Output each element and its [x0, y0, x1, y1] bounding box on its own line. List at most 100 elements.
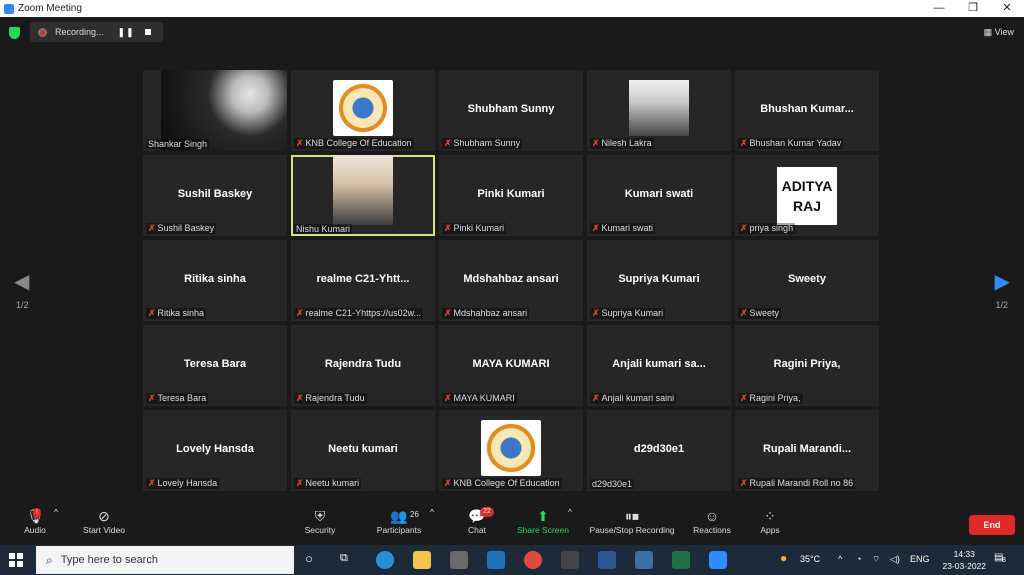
participant-tile[interactable]: Rupali Marandi... ✗ Rupali Marandi Roll no…: [735, 410, 879, 491]
profile-text-card: ADITYA RAJ: [777, 167, 837, 225]
participant-tile[interactable]: Teresa Bara ✗ Teresa Bara: [143, 325, 287, 406]
page-indicator-left: 1/2: [16, 300, 29, 310]
participant-tile[interactable]: Nishu Kumari: [291, 155, 435, 236]
previous-page-arrow-icon[interactable]: ◀: [14, 269, 29, 294]
participant-tile[interactable]: ADITYA RAJ ✗ priya singh: [735, 155, 879, 236]
participant-name: Sushil Baskey: [157, 223, 215, 233]
close-button[interactable]: ✕: [990, 0, 1024, 17]
participant-name-label: ✗ KNB College Of Education: [294, 138, 414, 149]
show-hidden-icons-icon[interactable]: ^: [838, 554, 842, 564]
taskbar-clock[interactable]: 14:33 23-03-2022: [943, 548, 986, 572]
participant-name-label: ✗ priya singh: [738, 223, 796, 234]
participant-name: Nishu Kumari: [296, 224, 351, 234]
apps-button[interactable]: ⁘ Apps: [756, 507, 784, 535]
title-bar: Zoom Meeting — ❐ ✕: [0, 0, 1024, 17]
window-controls: — ❐ ✕: [922, 0, 1024, 17]
apps-label: Apps: [760, 525, 780, 535]
profile-card-text: ADITYA: [781, 178, 833, 194]
pause-stop-icon: ⏸⏹: [625, 508, 639, 524]
participant-tile[interactable]: Sushil Baskey ✗ Sushil Baskey: [143, 155, 287, 236]
participant-tile[interactable]: Pinki Kumari ✗ Pinki Kumari: [439, 155, 583, 236]
pause-stop-recording-button[interactable]: ⏸⏹ Pause/Stop Recording: [584, 507, 680, 535]
participant-name: Neetu kumari: [305, 478, 360, 488]
weather-temperature[interactable]: 35°C: [800, 554, 820, 564]
zoom-taskbar-icon[interactable]: [709, 551, 727, 569]
word-icon[interactable]: [598, 551, 616, 569]
video-off-icon: ⊘: [98, 508, 110, 524]
security-button[interactable]: ⛨ Security: [300, 507, 340, 535]
share-screen-button[interactable]: ⬆ Share Screen: [514, 507, 572, 535]
participant-tile[interactable]: ✗ KNB College Of Education: [439, 410, 583, 491]
participant-name: Shankar Singh: [148, 139, 208, 149]
participant-tile[interactable]: MAYA KUMARI ✗ MAYA KUMARI: [439, 325, 583, 406]
participant-display-name: Rajendra Tudu: [324, 358, 402, 370]
participant-tile[interactable]: Shubham Sunny ✗ Shubham Sunny: [439, 70, 583, 151]
windows-start-icon[interactable]: [9, 553, 23, 567]
mail-icon[interactable]: [487, 551, 505, 569]
excel-icon[interactable]: [672, 551, 690, 569]
participant-tile[interactable]: realme C21-Yhtt... ✗ realme C21-Yhttps://u…: [291, 240, 435, 321]
participant-tile[interactable]: Neetu kumari ✗ Neetu kumari: [291, 410, 435, 491]
settings-icon[interactable]: [561, 551, 579, 569]
participant-tile[interactable]: Sweety ✗ Sweety: [735, 240, 879, 321]
minimize-button[interactable]: —: [922, 0, 956, 17]
edge-browser-icon[interactable]: [376, 551, 394, 569]
start-video-button[interactable]: ⊘ Start Video: [80, 507, 128, 535]
security-shield-icon[interactable]: [9, 27, 20, 39]
wifi-icon[interactable]: ⌔: [872, 554, 880, 565]
participant-display-name: Shubham Sunny: [467, 103, 555, 115]
muted-mic-icon: ✗: [592, 138, 600, 148]
participant-name: priya singh: [749, 223, 794, 233]
participant-tile[interactable]: ✗ KNB College Of Education: [291, 70, 435, 151]
participant-name: Mdshahbaz ansari: [453, 308, 528, 318]
participant-tile[interactable]: Ragini Priya, ✗ Ragini Priya,: [735, 325, 879, 406]
participant-display-name: Ragini Priya,: [773, 358, 841, 370]
next-page-arrow-icon[interactable]: ▶: [995, 269, 1010, 294]
restore-button[interactable]: ❐: [956, 0, 990, 17]
participant-tile[interactable]: Supriya Kumari ✗ Supriya Kumari: [587, 240, 731, 321]
participant-tile[interactable]: Kumari swati ✗ Kumari swati: [587, 155, 731, 236]
zoom-app-icon: [4, 3, 14, 14]
participant-name-label: ✗ Neetu kumari: [294, 478, 362, 489]
photos-icon[interactable]: [635, 551, 653, 569]
participant-tile[interactable]: Rajendra Tudu ✗ Rajendra Tudu: [291, 325, 435, 406]
muted-mic-icon: ✗: [740, 308, 748, 318]
participants-caret-icon[interactable]: ^: [430, 507, 434, 517]
chrome-icon[interactable]: [524, 551, 542, 569]
pause-recording-icon[interactable]: ❚❚: [118, 27, 135, 38]
input-language[interactable]: ENG: [910, 554, 930, 564]
store-icon[interactable]: [450, 551, 468, 569]
network-icon[interactable]: ◔: [856, 554, 861, 564]
college-emblem-icon: [339, 84, 387, 132]
participant-name-label: d29d30e1: [590, 479, 635, 489]
participant-tile[interactable]: Lovely Hansda ✗ Lovely Hansda: [143, 410, 287, 491]
participant-name: KNB College Of Education: [453, 478, 560, 488]
view-button[interactable]: ▦ View: [984, 27, 1014, 38]
task-view-icon[interactable]: ⧉: [340, 552, 348, 565]
reactions-button[interactable]: ☺ Reactions: [690, 507, 734, 535]
taskbar-search-box[interactable]: ⌕ Type here to search: [36, 546, 294, 574]
participant-tile[interactable]: d29d30e1 d29d30e1: [587, 410, 731, 491]
participant-tile[interactable]: ✗ Nilesh Lakra: [587, 70, 731, 151]
participant-name-label: ✗ Nilesh Lakra: [590, 138, 654, 149]
stop-recording-icon[interactable]: [144, 29, 151, 35]
participant-tile[interactable]: Bhushan Kumar... ✗ Bhushan Kumar Yadav: [735, 70, 879, 151]
file-explorer-icon[interactable]: [413, 551, 431, 569]
share-options-caret-icon[interactable]: ^: [568, 507, 572, 517]
participant-name: Ragini Priya,: [749, 393, 801, 403]
participant-tile[interactable]: Mdshahbaz ansari ✗ Mdshahbaz ansari: [439, 240, 583, 321]
participant-tile[interactable]: Shankar Singh: [143, 70, 287, 151]
participant-tile[interactable]: Ritika sinha ✗ Ritika sinha: [143, 240, 287, 321]
recording-indicator: Recording... ❚❚: [30, 22, 163, 42]
audio-options-caret-icon[interactable]: ^: [54, 507, 58, 517]
end-meeting-button[interactable]: End: [969, 515, 1015, 535]
shield-icon: ⛨: [314, 508, 326, 524]
participant-tile[interactable]: Anjali kumari sa... ✗ Anjali kumari saini: [587, 325, 731, 406]
cortana-icon[interactable]: ○: [305, 551, 313, 566]
volume-icon[interactable]: ◁): [890, 554, 900, 565]
muted-mic-icon: ✗: [296, 478, 304, 488]
muted-mic-icon: ✗: [444, 478, 452, 488]
participant-name: MAYA KUMARI: [453, 393, 515, 403]
muted-mic-icon: ✗: [296, 393, 304, 403]
record-dot-icon: [38, 27, 47, 37]
